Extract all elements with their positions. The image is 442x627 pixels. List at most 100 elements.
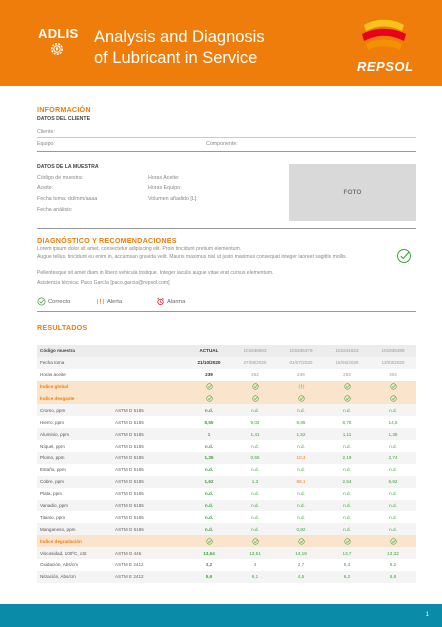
column-header: ACTUAL bbox=[186, 345, 232, 357]
value-cell: 1,35 bbox=[186, 452, 232, 464]
divider bbox=[37, 311, 416, 312]
legend-correcto-label: Correcto bbox=[48, 298, 71, 305]
value-cell: n.d. bbox=[204, 491, 214, 497]
value-cell: 1,41 bbox=[232, 428, 278, 441]
status-cell bbox=[278, 380, 324, 393]
status-cell bbox=[370, 392, 416, 405]
value-cell: 6,1 bbox=[232, 570, 278, 583]
check-icon bbox=[37, 297, 46, 306]
table-row: Fecha toma 21/10/2020 27/08/2020 01/07/2020… bbox=[37, 356, 416, 369]
check-icon bbox=[343, 395, 351, 402]
column-header bbox=[115, 345, 186, 357]
value-cell: 13,64 bbox=[186, 547, 232, 560]
legend-alerta: Alerta bbox=[96, 297, 122, 306]
value-cell: n.d. bbox=[186, 404, 232, 417]
row-label: Plata, ppm bbox=[40, 491, 62, 497]
value-cell: 0,55 bbox=[232, 452, 278, 464]
row-method bbox=[115, 369, 186, 381]
row-method: ASTM D 5185 bbox=[115, 491, 144, 497]
check-icon bbox=[389, 383, 397, 390]
value-cell: n.d. bbox=[251, 443, 259, 449]
value-cell: n.d. bbox=[297, 443, 305, 449]
componente-field: Componente: bbox=[206, 141, 238, 147]
value-cell: n.d. bbox=[297, 514, 305, 520]
results-table: Código muestra ACTUAL 101948863 101935479 10… bbox=[37, 345, 416, 583]
value-cell: 16/06/2020 bbox=[324, 356, 370, 369]
value-cell: n.d. bbox=[343, 514, 351, 520]
value-cell: 9,02 bbox=[250, 419, 260, 425]
status-cell bbox=[278, 392, 324, 405]
cliente-subtitle: DATOS DEL CLIENTE bbox=[37, 116, 91, 122]
equipo-field: Equipo: bbox=[37, 141, 55, 147]
row-method bbox=[115, 392, 186, 405]
row-label: Plomo, ppm bbox=[37, 452, 115, 464]
check-icon bbox=[297, 395, 305, 402]
row-method: ASTM D 5185 bbox=[115, 419, 144, 425]
legend-correcto: Correcto bbox=[37, 297, 70, 306]
value-cell: 1,11 bbox=[324, 428, 370, 441]
resultados-title: RESULTADOS bbox=[37, 323, 88, 332]
row-label: Hierro, ppm bbox=[40, 419, 64, 425]
table-row: Índice desgaste bbox=[37, 392, 416, 405]
horas-equipo-field: Horas Equipo: bbox=[148, 185, 182, 191]
value-cell: 3,2 bbox=[205, 562, 213, 568]
repsol-wordmark: REPSOL bbox=[357, 59, 414, 74]
value-cell: 10,3 bbox=[278, 452, 324, 464]
check-icon bbox=[343, 383, 351, 390]
row-method bbox=[115, 380, 186, 393]
value-cell: 6,2 bbox=[389, 562, 397, 568]
value-cell: 13,32 bbox=[370, 547, 416, 560]
divider bbox=[37, 137, 416, 138]
row-method: ASTM D 445 bbox=[115, 547, 186, 560]
row-label: Titanio, ppm bbox=[40, 514, 66, 520]
page-number: 1 bbox=[425, 612, 429, 618]
value-cell: n.d. bbox=[324, 523, 370, 536]
value-cell: n.d. bbox=[389, 514, 397, 520]
check-icon bbox=[389, 395, 397, 402]
row-label: Horas aceite bbox=[40, 372, 66, 378]
value-cell: 13,51 bbox=[232, 547, 278, 560]
table-row: Estaño, ppm ASTM D 5185 n.d. n.d. n.d. n.d. n.… bbox=[37, 464, 416, 476]
legend-alarma: Alarma bbox=[156, 297, 185, 306]
value-cell: n.d. bbox=[251, 514, 259, 520]
value-cell: 5,6 bbox=[186, 570, 232, 583]
value-cell: 2,7 bbox=[297, 562, 305, 568]
row-label: Oxidación, Abs/cm bbox=[40, 562, 79, 568]
value-cell: n.d. bbox=[232, 499, 278, 512]
diagnostico-title: DIAGNÓSTICO Y RECOMENDACIONES bbox=[37, 236, 177, 245]
value-cell: n.d. bbox=[324, 499, 370, 512]
table-row: Plomo, ppm ASTM D 5185 1,35 0,55 10,3 2,19 2,7… bbox=[37, 452, 416, 464]
value-cell: n.d. bbox=[370, 404, 416, 417]
table-header-row: Código muestra ACTUAL 101948863 101935479 10… bbox=[37, 345, 416, 357]
value-cell: n.d. bbox=[186, 523, 232, 536]
value-cell: 1,38 bbox=[370, 428, 416, 441]
status-cell bbox=[232, 392, 278, 405]
value-cell: 14,6 bbox=[388, 419, 398, 425]
check-icon bbox=[251, 538, 259, 545]
value-cell: 14,18 bbox=[278, 547, 324, 560]
check-icon bbox=[205, 395, 213, 402]
alert-icon bbox=[97, 298, 104, 305]
status-cell bbox=[324, 380, 370, 393]
check-icon bbox=[205, 538, 213, 545]
row-label: Fecha toma bbox=[37, 356, 115, 369]
report-header: ADLIS Analysis and Diagnosis of Lubrican… bbox=[0, 0, 442, 86]
value-cell: n.d. bbox=[251, 491, 259, 497]
footer-bar: 1 bbox=[0, 604, 442, 627]
row-method: ASTM D 5185 bbox=[115, 443, 144, 449]
check-icon bbox=[251, 383, 259, 390]
value-cell: n.d. bbox=[278, 499, 324, 512]
diagnostico-paragraph-1: Lorem ipsum dolor sit amet, consectetur … bbox=[37, 246, 242, 252]
title-line-2: of Lubricant in Service bbox=[94, 49, 258, 67]
diagnostico-paragraph-3: Pellentesque sit amet diam in libero veh… bbox=[37, 270, 274, 276]
row-method: ASTM D 5185 bbox=[115, 523, 186, 536]
row-label: Vanadio, ppm bbox=[37, 499, 115, 512]
row-method: ASTM D 5185 bbox=[115, 514, 144, 520]
table-row: Índice degradación bbox=[37, 535, 416, 548]
value-cell: n.d. bbox=[389, 467, 397, 473]
status-cell bbox=[186, 380, 232, 393]
table-row: Titanio, ppm ASTM D 5185 n.d. n.d. n.d. n.d. n… bbox=[37, 511, 416, 523]
value-cell: 1,52 bbox=[278, 428, 324, 441]
row-label: Manganeso, ppm bbox=[37, 523, 115, 536]
value-cell: 253 bbox=[343, 372, 351, 378]
